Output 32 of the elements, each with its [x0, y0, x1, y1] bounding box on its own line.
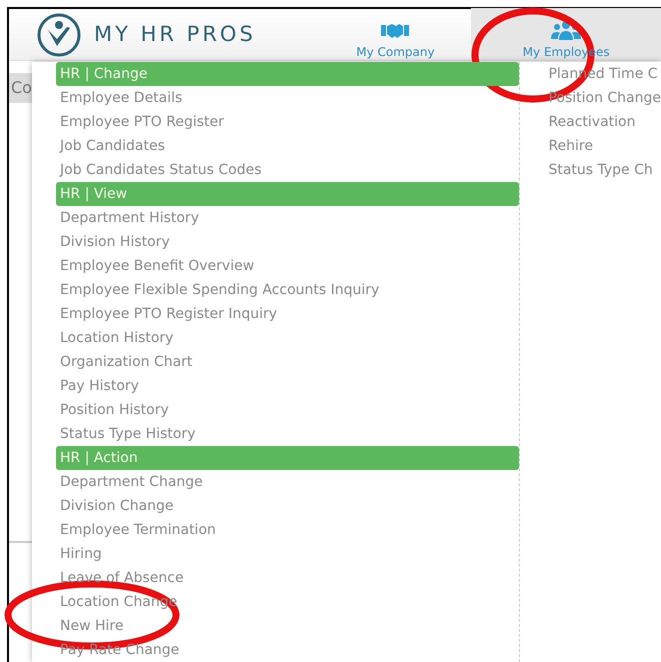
menu-item[interactable]: Employee Details [56, 86, 182, 110]
section-header: HR | View [56, 182, 520, 206]
menu-item[interactable]: Rehire [548, 134, 593, 158]
section-header: HR | Change [56, 62, 520, 86]
menu-item[interactable]: Pay History [56, 374, 139, 398]
menu-item[interactable]: Employee Flexible Spending Accounts Inquiry [56, 278, 380, 302]
menu-item[interactable]: Job Candidates [56, 134, 165, 158]
logo-icon [36, 12, 82, 58]
people-icon [551, 20, 582, 40]
menu-item[interactable]: Location History [56, 326, 174, 350]
menu-item[interactable]: Division Change [56, 494, 174, 518]
menu-item[interactable]: Employee Benefit Overview [56, 254, 254, 278]
section-header: HR | Action [56, 446, 520, 470]
menu-item[interactable]: Position History [56, 398, 169, 422]
menu-item[interactable]: Employee PTO Register Inquiry [56, 302, 278, 326]
nav-tab[interactable]: My Company [330, 8, 462, 60]
menu-item[interactable]: Position Change [548, 86, 661, 110]
menu-item[interactable]: Department Change [56, 470, 203, 494]
menu-item[interactable]: New Hire [56, 614, 124, 638]
menu-item[interactable]: Employee PTO Register [56, 110, 224, 134]
logo-text: MY HR PROS [94, 20, 256, 48]
menu-item[interactable]: Organization Chart [56, 350, 192, 374]
menu-item[interactable]: Job Candidates Status Codes [56, 158, 262, 182]
menu-item[interactable]: Hiring [56, 542, 102, 566]
handshake-icon [380, 22, 410, 40]
menu-item[interactable]: Status Type History [56, 422, 196, 446]
menu-item[interactable]: Status Type Ch [548, 158, 653, 182]
menu-item[interactable]: Division History [56, 230, 170, 254]
menu-item[interactable]: Employee Termination [56, 518, 216, 542]
tab-text: Co [11, 77, 32, 99]
menu-item[interactable]: Department History [56, 206, 199, 230]
menu-item[interactable]: Reactivation [548, 110, 636, 134]
